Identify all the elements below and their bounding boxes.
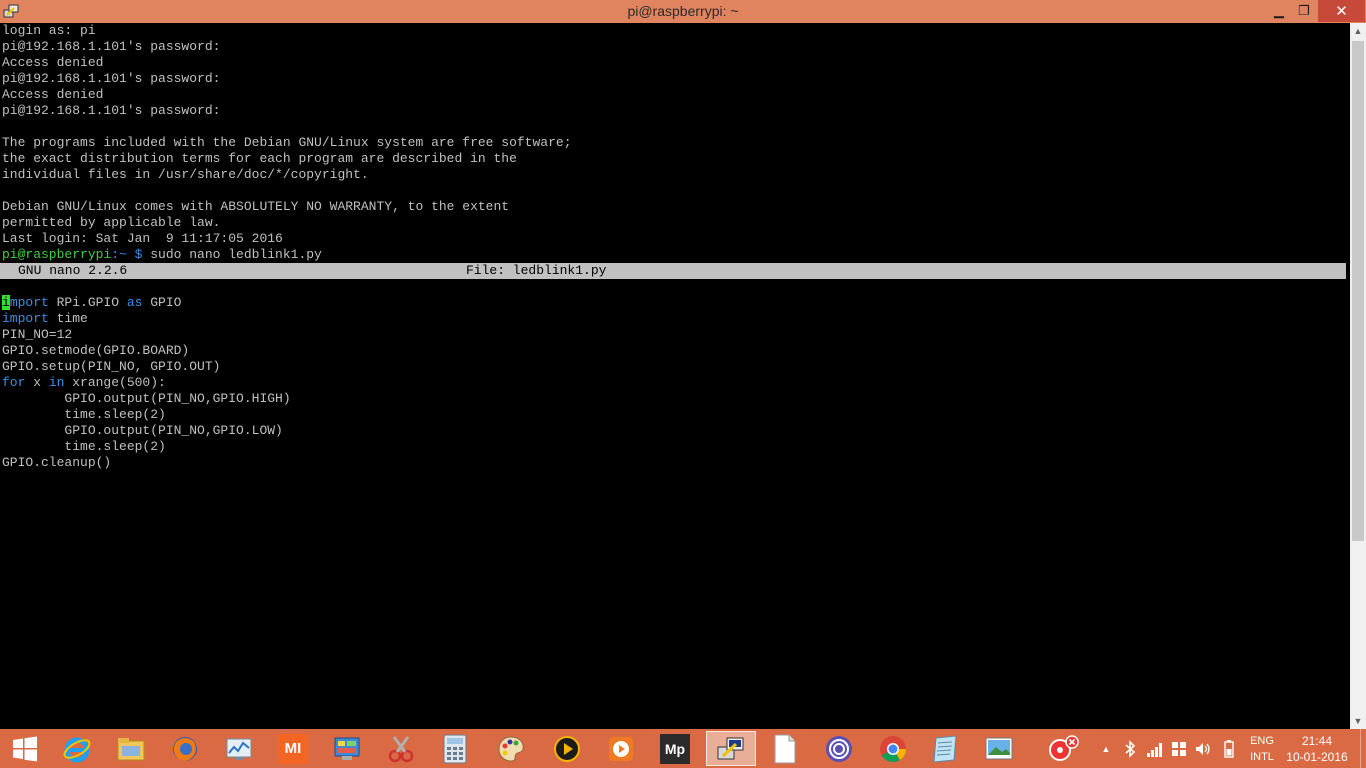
video-player-icon[interactable] — [598, 731, 644, 766]
mi-icon[interactable]: MI — [270, 731, 316, 766]
media-player-icon[interactable] — [544, 731, 590, 766]
code-keyword: mport — [9, 295, 49, 310]
bluetooth-icon[interactable] — [1121, 739, 1139, 759]
code-line[interactable]: GPIO.cleanup() — [2, 455, 111, 471]
code-keyword: for — [2, 375, 26, 390]
keyboard-layout: INTL — [1250, 751, 1274, 763]
maximize-button[interactable]: ❐ — [1290, 0, 1318, 22]
session-line: Access denied — [2, 55, 104, 70]
session-line: pi@192.168.1.101's password: — [2, 71, 221, 86]
session-line: permitted by applicable law. — [2, 215, 221, 230]
close-button[interactable]: ✕ — [1318, 0, 1365, 22]
show-desktop-button[interactable] — [1360, 729, 1366, 768]
code-keyword: import — [2, 311, 49, 326]
session-line: pi@192.168.1.101's password: — [2, 103, 221, 118]
code-line[interactable]: for x in xrange(500): — [2, 375, 166, 391]
session-line: The programs included with the Debian GN… — [2, 135, 572, 150]
nano-header-bar: GNU nano 2.2.6 File: ledblink1.py — [0, 263, 1346, 279]
mi-label: MI — [278, 733, 308, 764]
putty-icon — [717, 737, 744, 759]
resource-monitor-icon[interactable] — [216, 731, 262, 766]
code-line[interactable]: GPIO.output(PIN_NO,GPIO.LOW) — [2, 423, 282, 439]
chrome-icon[interactable] — [870, 731, 916, 766]
control-panel-icon[interactable] — [324, 731, 370, 766]
nano-filename: File: ledblink1.py — [466, 263, 607, 278]
taskbar: MI Mp ▲ ENG INTL 21:44 10-01-2016 — [0, 729, 1366, 768]
session-line: Last login: Sat Jan 9 11:17:05 2016 — [2, 231, 283, 246]
code-text: x — [25, 375, 49, 390]
putty-taskbar-button[interactable] — [706, 731, 756, 766]
session-line: the exact distribution terms for each pr… — [2, 151, 517, 166]
session-line: individual files in /usr/share/doc/*/cop… — [2, 167, 369, 182]
mp-icon[interactable]: Mp — [652, 731, 698, 766]
photos-icon[interactable] — [976, 731, 1022, 766]
session-line: Debian GNU/Linux comes with ABSOLUTELY N… — [2, 199, 510, 214]
code-text: GPIO — [142, 295, 182, 310]
code-text: RPi.GPIO — [48, 295, 127, 310]
snipping-tool-icon[interactable] — [378, 731, 424, 766]
session-line: pi@192.168.1.101's password: — [2, 39, 221, 54]
code-text: time — [48, 311, 88, 326]
code-keyword: in — [48, 375, 65, 390]
windows-start-icon[interactable] — [2, 731, 48, 766]
tools-icon[interactable] — [1040, 731, 1086, 766]
action-center-icon[interactable] — [1170, 739, 1188, 759]
text-cursor: i — [2, 295, 10, 310]
code-line[interactable]: PIN_NO=12 — [2, 327, 72, 343]
language-code: ENG — [1250, 735, 1274, 747]
code-line[interactable]: time.sleep(2) — [2, 439, 165, 455]
tray-overflow-button[interactable]: ▲ — [1098, 739, 1114, 759]
document-icon[interactable] — [762, 731, 808, 766]
code-line[interactable]: time.sleep(2) — [2, 407, 165, 423]
code-keyword: as — [126, 295, 143, 310]
minimize-button[interactable]: ▁ — [1265, 0, 1293, 22]
scroll-down-arrow-icon[interactable]: ▼ — [1350, 713, 1366, 729]
prompt-path: :~ $ — [111, 247, 151, 262]
prompt-user-host: pi@raspberrypi — [2, 247, 112, 262]
vertical-scrollbar[interactable]: ▲ ▼ — [1350, 23, 1366, 729]
volume-icon[interactable] — [1194, 739, 1212, 759]
terminal-area[interactable]: login as: pi pi@192.168.1.101's password… — [0, 23, 1350, 729]
signal-strength-icon[interactable] — [1145, 739, 1165, 759]
prompt-command: sudo nano ledblink1.py — [150, 247, 322, 262]
code-line[interactable]: import time — [2, 311, 88, 327]
window-title: pi@raspberrypi: ~ — [627, 3, 739, 19]
clock-time: 21:44 — [1301, 734, 1333, 748]
bittorrent-icon[interactable] — [816, 731, 862, 766]
notepad-icon[interactable] — [922, 731, 968, 766]
window-titlebar[interactable]: pi@raspberrypi: ~ ▁ ❐ ✕ — [0, 0, 1366, 23]
battery-icon[interactable] — [1220, 739, 1238, 759]
code-line[interactable]: import RPi.GPIO as GPIO — [2, 295, 181, 311]
scroll-up-arrow-icon[interactable]: ▲ — [1350, 23, 1366, 39]
file-explorer-icon[interactable] — [108, 731, 154, 766]
code-line[interactable]: GPIO.output(PIN_NO,GPIO.HIGH) — [2, 391, 290, 407]
calculator-icon[interactable] — [432, 731, 478, 766]
code-line[interactable]: GPIO.setup(PIN_NO, GPIO.OUT) — [2, 359, 220, 375]
paint-icon[interactable] — [488, 731, 534, 766]
scrollbar-thumb[interactable] — [1352, 41, 1364, 541]
shell-prompt-line: pi@raspberrypi:~ $ sudo nano ledblink1.p… — [2, 247, 322, 263]
clock-date: 10-01-2016 — [1286, 750, 1348, 764]
code-line[interactable]: GPIO.setmode(GPIO.BOARD) — [2, 343, 189, 359]
firefox-icon[interactable] — [162, 731, 208, 766]
input-language-indicator[interactable]: ENG INTL — [1244, 733, 1280, 765]
session-line: Access denied — [2, 87, 104, 102]
internet-explorer-icon[interactable] — [54, 731, 100, 766]
mp-label: Mp — [660, 733, 690, 764]
nano-version: GNU nano 2.2.6 — [18, 263, 128, 278]
session-line: login as: pi — [2, 23, 96, 38]
system-clock[interactable]: 21:44 10-01-2016 — [1284, 733, 1350, 765]
code-text: xrange(500): — [64, 375, 166, 390]
